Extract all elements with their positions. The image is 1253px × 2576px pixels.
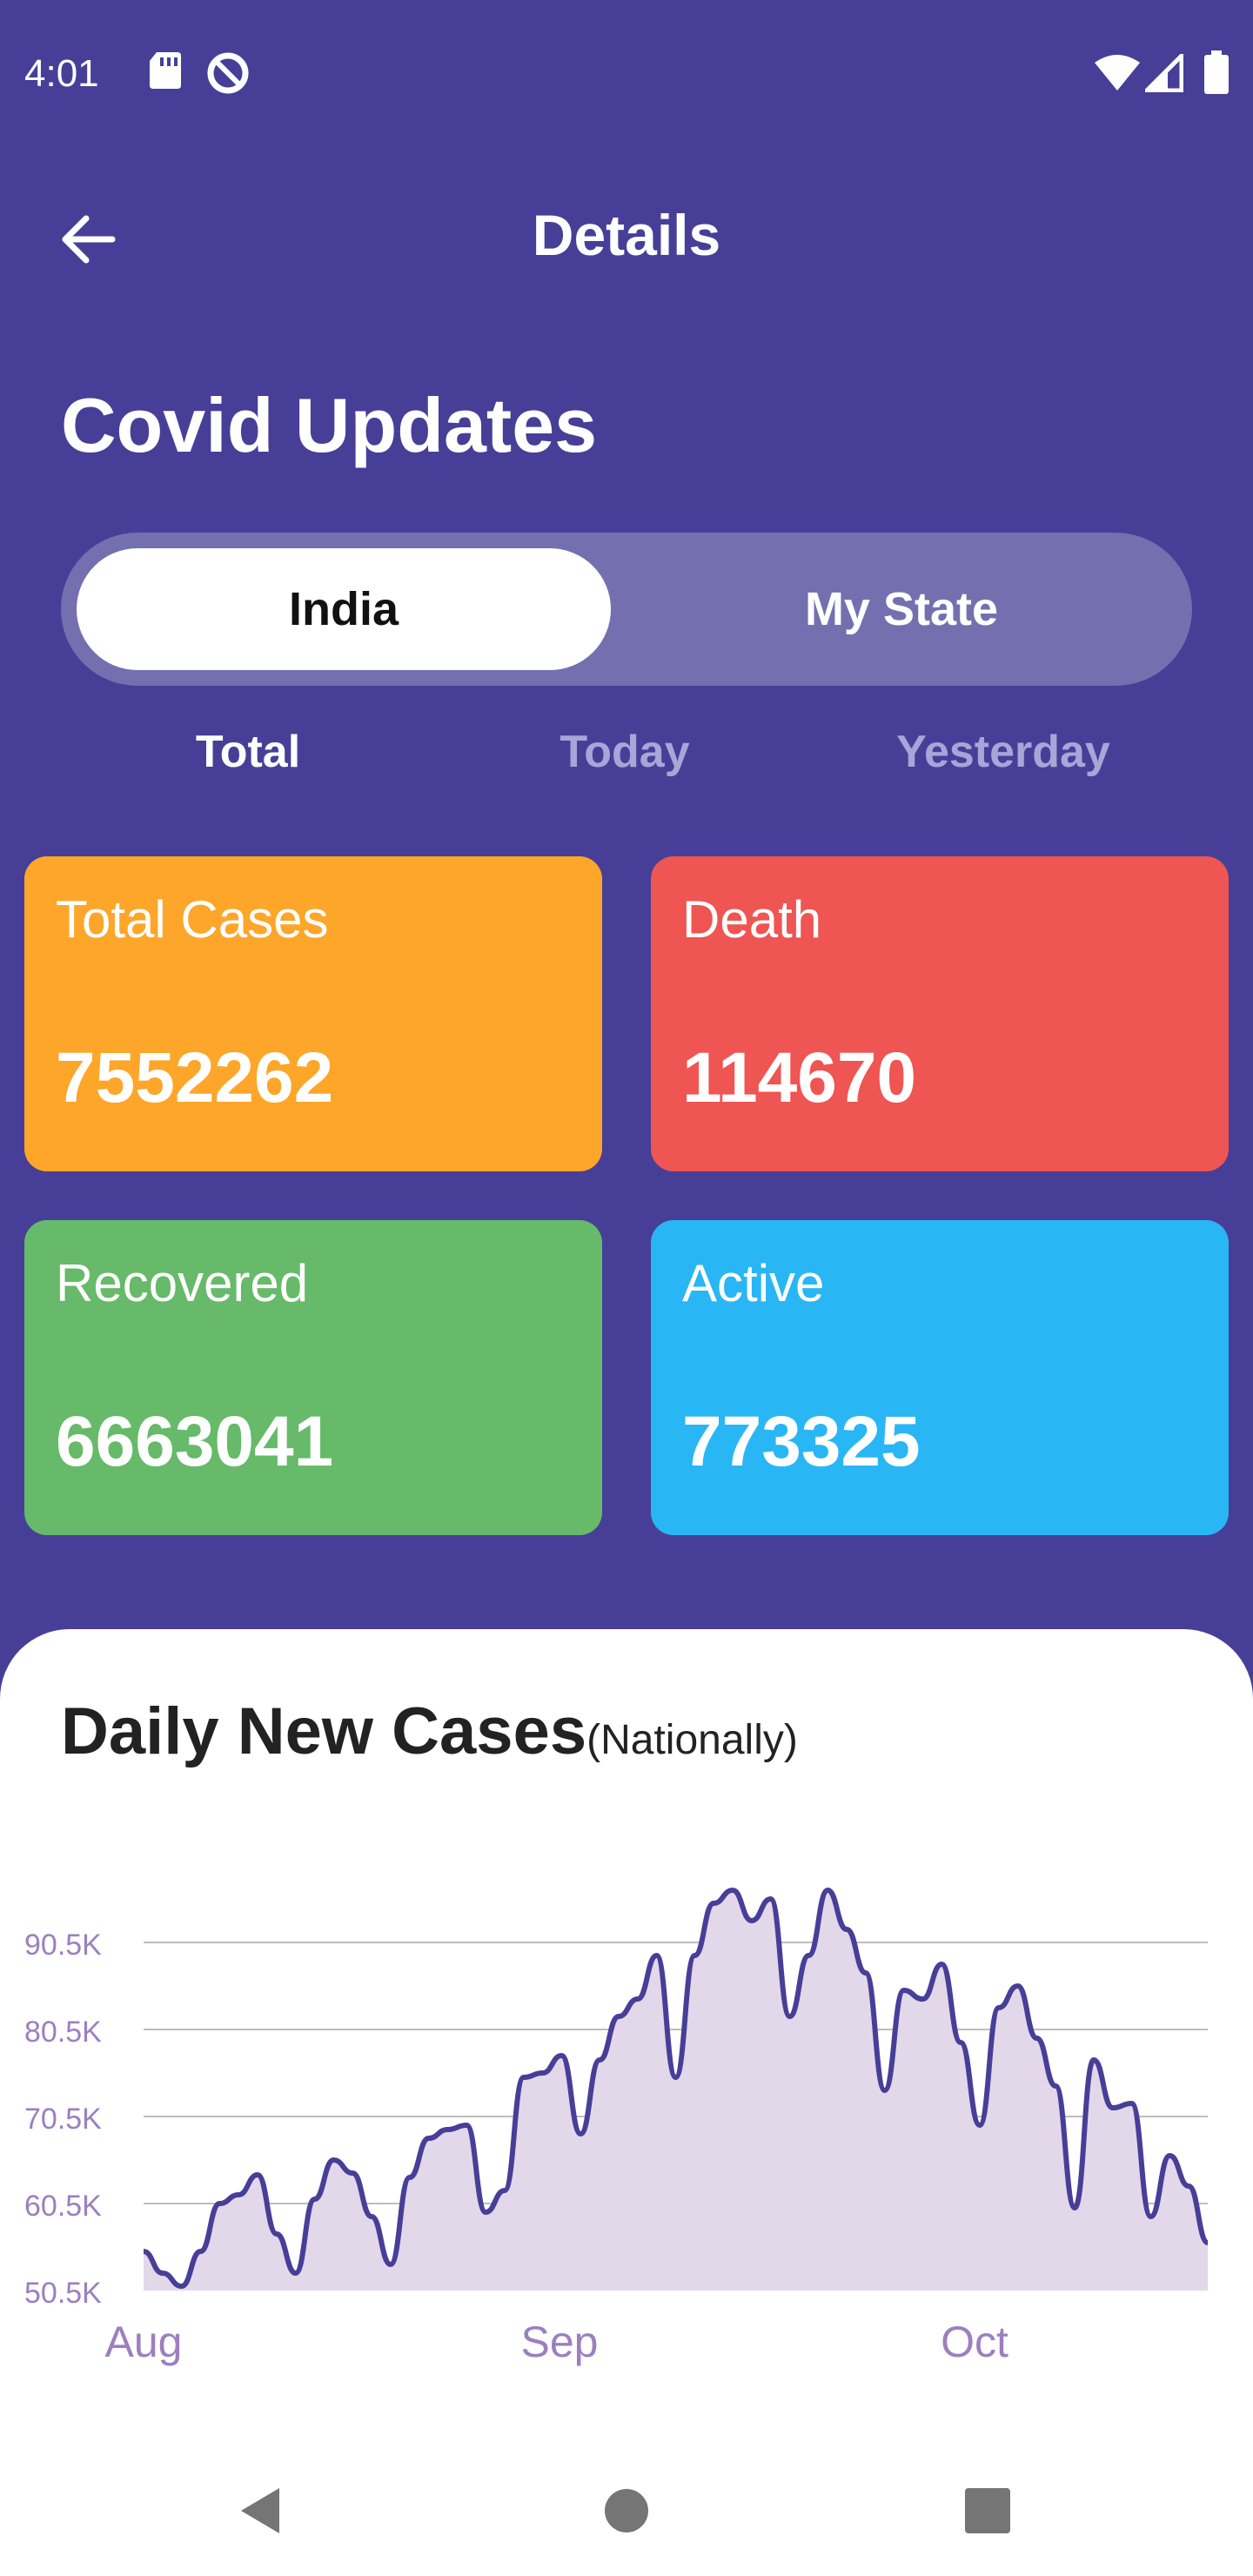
wifi-icon — [1093, 54, 1142, 97]
signal-icon — [1141, 50, 1184, 97]
y-tick-label: 70.5K — [24, 2103, 102, 2136]
chart-title-main: Daily New Cases — [61, 1694, 587, 1768]
region-option-india[interactable]: India — [77, 548, 611, 670]
card-label: Death — [682, 890, 822, 949]
tab-today[interactable]: Today — [494, 726, 755, 778]
card-value: 114670 — [682, 1038, 917, 1117]
active-card: Active 773325 — [651, 1220, 1229, 1535]
card-label: Active — [682, 1254, 825, 1312]
y-tick-label: 60.5K — [24, 2190, 102, 2223]
region-toggle: India My State — [61, 533, 1192, 686]
back-triangle-icon — [241, 2488, 279, 2533]
status-time: 4:01 — [24, 52, 99, 95]
y-tick-label: 50.5K — [24, 2277, 102, 2310]
recents-square-icon — [965, 2488, 1010, 2533]
y-tick-label: 80.5K — [24, 2016, 102, 2049]
x-tick-label: Aug — [105, 2318, 183, 2366]
sd-card-icon — [148, 50, 183, 95]
chart-area-fill — [144, 1890, 1208, 2291]
x-tick-label: Sep — [521, 2318, 599, 2366]
x-tick-label: Oct — [941, 2318, 1008, 2366]
chart-title: Daily New Cases(Nationally) — [61, 1694, 798, 1769]
chart-subtitle: (Nationally) — [586, 1717, 798, 1763]
tab-total[interactable]: Total — [117, 726, 379, 778]
page-heading: Covid Updates — [61, 382, 598, 468]
navigation-bar — [0, 2428, 1253, 2576]
card-value: 773325 — [682, 1402, 921, 1481]
data-saver-icon — [205, 50, 251, 100]
nav-back-button[interactable] — [223, 2472, 301, 2550]
y-tick-label: 90.5K — [24, 1929, 102, 1962]
total-cases-card: Total Cases 7552262 — [24, 856, 602, 1171]
card-label: Recovered — [56, 1254, 309, 1312]
region-option-my-state[interactable]: My State — [626, 548, 1176, 670]
tab-yesterday[interactable]: Yesterday — [873, 726, 1134, 778]
card-label: Total Cases — [56, 890, 329, 949]
recovered-card: Recovered 6663041 — [24, 1220, 602, 1535]
nav-home-button[interactable] — [587, 2472, 666, 2550]
card-value: 7552262 — [56, 1038, 334, 1117]
home-circle-icon — [605, 2489, 648, 2532]
daily-cases-chart: 50.5K 60.5K 70.5K 80.5K 90.5K Aug Sep Oct — [24, 1888, 1209, 2366]
status-bar: 4:01 — [0, 0, 1253, 148]
death-card: Death 114670 — [651, 856, 1229, 1171]
battery-icon — [1204, 50, 1229, 98]
nav-recents-button[interactable] — [948, 2472, 1027, 2550]
card-value: 6663041 — [56, 1402, 334, 1481]
app-bar-title: Details — [532, 203, 721, 267]
